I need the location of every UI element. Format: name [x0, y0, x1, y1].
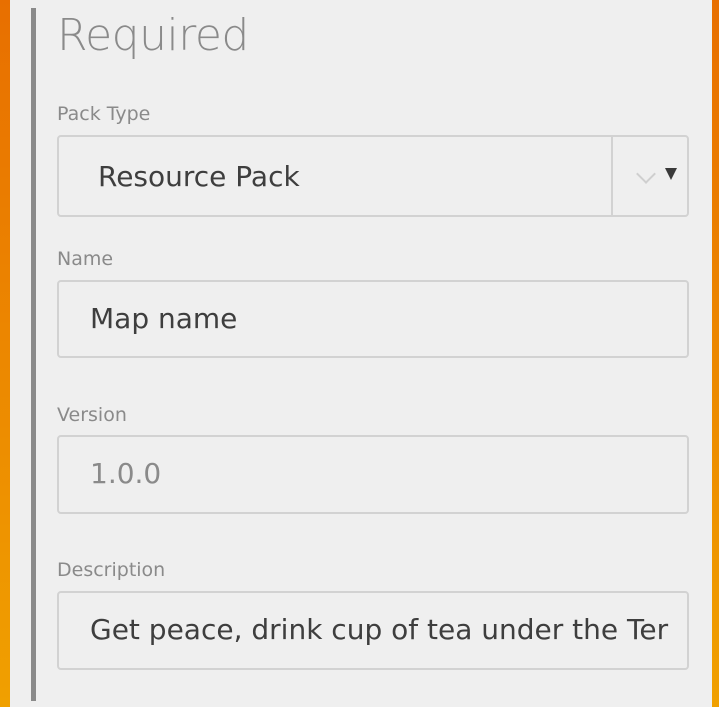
- chevron-down-icon: [636, 164, 656, 184]
- pack-type-value: Resource Pack: [98, 160, 300, 193]
- description-label: Description: [57, 559, 166, 581]
- version-placeholder: 1.0.0: [90, 457, 162, 490]
- pack-type-label: Pack Type: [57, 103, 151, 125]
- pack-type-select[interactable]: Resource Pack: [57, 135, 689, 217]
- section-title: Required: [57, 10, 249, 61]
- version-input[interactable]: 1.0.0: [57, 435, 689, 514]
- description-input[interactable]: Get peace, drink cup of tea under the Te…: [57, 591, 689, 670]
- name-input[interactable]: Map name: [57, 280, 689, 358]
- dropdown-button[interactable]: [611, 137, 687, 215]
- form-panel: Required Pack Type Resource Pack Name Ma…: [10, 0, 712, 707]
- version-label: Version: [57, 404, 127, 426]
- description-value: Get peace, drink cup of tea under the Te…: [90, 613, 669, 646]
- triangle-down-icon: [665, 168, 677, 180]
- name-value: Map name: [90, 302, 238, 335]
- section-accent-bar: [31, 8, 36, 701]
- name-label: Name: [57, 248, 114, 270]
